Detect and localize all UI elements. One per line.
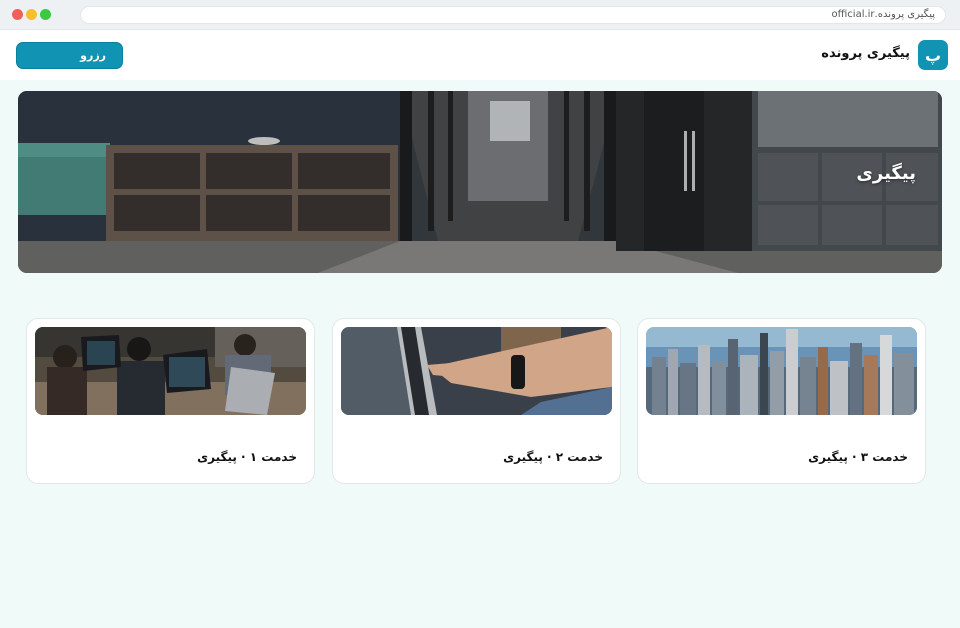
service-card-title: خدمت ۱ · پیگیری [197,450,297,464]
service-card-1[interactable]: خدمت ۱ · پیگیری [26,318,315,484]
hero-banner: پیگیری [18,91,942,273]
address-bar-url: پیگیری پرونده.official.ir [831,9,936,20]
window-maximize-button[interactable] [40,9,51,20]
site-name[interactable]: پیگیری پرونده [821,46,910,61]
browser-chrome: پیگیری پرونده.official.ir [0,0,960,30]
service-card-title: خدمت ۳ · پیگیری [808,450,908,464]
service-card-2[interactable]: خدمت ۲ · پیگیری [332,318,621,484]
hero-title: پیگیری [856,163,916,184]
address-bar[interactable]: پیگیری پرونده.official.ir [80,6,946,24]
window-close-button[interactable] [12,9,23,20]
site-logo-icon[interactable]: پ [918,40,948,70]
site-header: پ پیگیری پرونده رزرو [0,30,960,80]
team-laptops-photo [35,327,306,415]
service-card-3[interactable]: خدمت ۳ · پیگیری [637,318,926,484]
reserve-button[interactable]: رزرو [16,42,123,69]
city-skyline-photo [646,327,917,415]
hand-touchscreen-photo [341,327,612,415]
service-card-title: خدمت ۲ · پیگیری [503,450,603,464]
window-minimize-button[interactable] [26,9,37,20]
hero-office-corridor-image [18,91,942,273]
